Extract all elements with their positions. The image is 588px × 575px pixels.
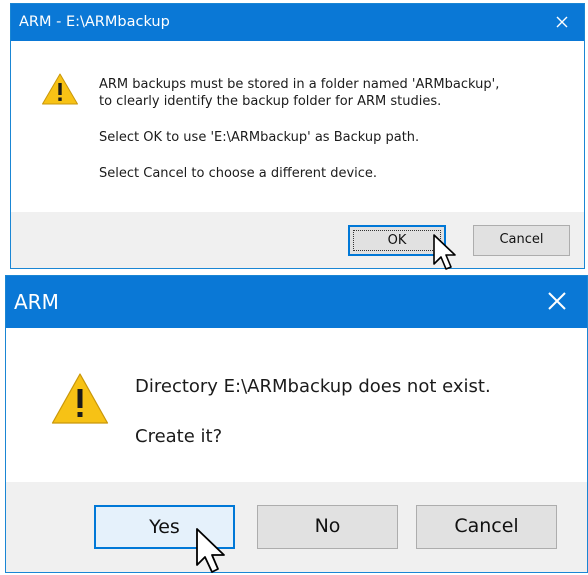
- no-button-label: No: [314, 515, 341, 537]
- question-text: Create it?: [135, 426, 223, 447]
- close-icon: [556, 16, 568, 28]
- mouse-pointer-icon: [196, 528, 225, 573]
- button-bar: OK Cancel: [11, 212, 584, 268]
- title-bar[interactable]: ARM - E:\ARMbackup: [11, 4, 584, 41]
- title-bar[interactable]: ARM: [6, 276, 587, 328]
- warning-icon: [51, 373, 109, 424]
- no-button[interactable]: No: [257, 505, 398, 549]
- close-icon: [548, 292, 566, 310]
- select-ok-text: Select OK to use 'E:\ARMbackup' as Backu…: [99, 130, 420, 145]
- close-button[interactable]: [540, 4, 584, 41]
- button-bar: Yes No Cancel: [6, 482, 587, 572]
- warning-icon: [42, 73, 78, 105]
- dialog-title: ARM - E:\ARMbackup: [19, 14, 170, 30]
- message-line: to clearly identify the backup folder fo…: [99, 94, 442, 109]
- close-button[interactable]: [527, 276, 587, 328]
- yes-button-label: Yes: [149, 516, 180, 538]
- message-line: ARM backups must be stored in a folder n…: [99, 77, 500, 92]
- message-text: Directory E:\ARMbackup does not exist.: [135, 376, 491, 397]
- cancel-button-label: Cancel: [454, 515, 519, 537]
- cancel-button[interactable]: Cancel: [416, 505, 557, 549]
- mouse-pointer-icon: [433, 234, 456, 270]
- cancel-button-label: Cancel: [499, 232, 544, 247]
- select-cancel-text: Select Cancel to choose a different devi…: [99, 166, 378, 181]
- create-directory-dialog: ARM Directory E:\ARMbackup does not exis…: [5, 275, 588, 573]
- backup-path-dialog: ARM - E:\ARMbackup ARM backups must be s…: [10, 3, 585, 269]
- focus-rectangle: [353, 230, 441, 251]
- cancel-button[interactable]: Cancel: [473, 225, 570, 256]
- dialog-title: ARM: [14, 290, 59, 314]
